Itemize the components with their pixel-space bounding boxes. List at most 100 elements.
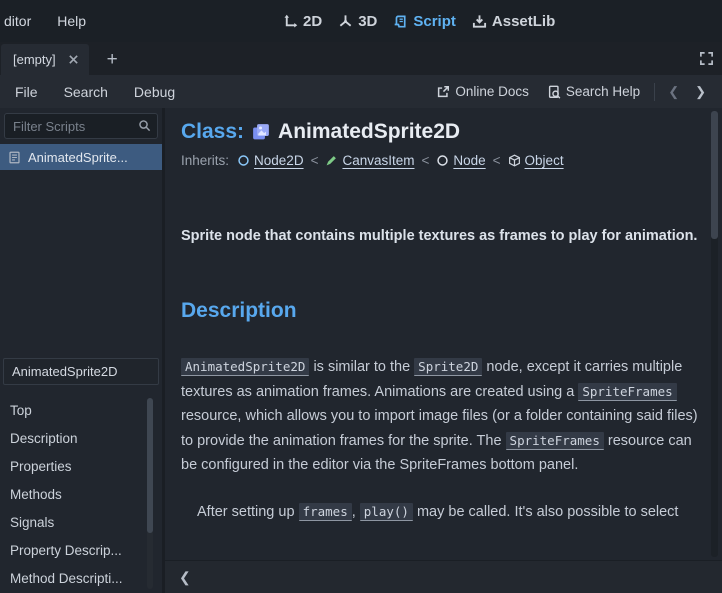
inherits-label: Inherits: (181, 153, 229, 168)
doc-section-top[interactable]: Top (0, 396, 162, 424)
inherits-separator: < (310, 153, 320, 168)
doc-text: , (352, 504, 360, 520)
inherits-separator: < (420, 153, 430, 168)
inherits-chain: Node2D < CanvasItem < Node < Object (237, 153, 564, 168)
scripts-list: AnimatedSprite... (0, 144, 162, 354)
code-link-spriteframes[interactable]: SpriteFrames (506, 432, 604, 450)
object-icon (508, 154, 521, 167)
workspace-label: AssetLib (492, 13, 555, 30)
code-link-animatedsprite2d[interactable]: AnimatedSprite2D (181, 358, 309, 376)
doc-scrollbar[interactable] (711, 111, 718, 557)
script-tabs: [empty] (0, 42, 89, 75)
doc-section-method-descripti[interactable]: Method Descripti... (0, 564, 162, 592)
sections-scrollbar[interactable] (147, 398, 153, 589)
doc-text: may be called. It's also possible to sel… (413, 504, 679, 520)
assetlib-icon (472, 14, 487, 29)
node-icon (436, 154, 449, 167)
inherits-item: Object (508, 153, 564, 168)
node2d-icon (237, 154, 250, 167)
script-item-label: AnimatedSprite... (28, 150, 128, 165)
script-tab-bar: [empty] + (0, 42, 722, 75)
distraction-free-icon[interactable] (699, 51, 714, 66)
search-help-icon (547, 85, 561, 99)
code-link-spriteframes[interactable]: SpriteFrames (578, 383, 676, 401)
doc-section-property-descrip[interactable]: Property Descrip... (0, 536, 162, 564)
workspace-label: Script (413, 13, 456, 30)
description-heading: Description (181, 299, 696, 323)
menubar-actions: Online Docs Search Help (427, 84, 649, 99)
action-label: Search Help (566, 84, 640, 99)
script-menu-bar: FileSearchDebug Online Docs Search Help ❮… (0, 75, 722, 108)
script-list-item[interactable]: AnimatedSprite... (0, 144, 162, 170)
doc-text: After setting up (197, 504, 299, 520)
topbar-menus: ditorHelp (0, 0, 99, 42)
code-link-frames[interactable]: frames (299, 503, 352, 521)
doc-page-icon (8, 151, 21, 164)
inherits-item: Node (436, 153, 485, 168)
doc-section-description[interactable]: Description (0, 424, 162, 452)
godot-editor-window: ditorHelp 2D 3D Script AssetLib [empty] + F… (0, 0, 722, 593)
history-back-button[interactable]: ❮ (660, 84, 687, 100)
class-link-node2d[interactable]: Node2D (254, 153, 304, 168)
menubar-menus: FileSearchDebug (2, 84, 188, 100)
workspace-switcher: 2D 3D Script AssetLib (283, 0, 555, 42)
class-prefix-label: Class: (181, 120, 244, 144)
doc-sections-panel: TopDescriptionPropertiesMethodsSignalsPr… (0, 389, 162, 593)
class-link-canvasitem[interactable]: CanvasItem (342, 153, 414, 168)
inherits-row: Inherits: Node2D < CanvasItem < Node < Object (181, 153, 696, 168)
filter-scripts-input[interactable] (4, 113, 158, 139)
tab-label: [empty] (13, 52, 56, 67)
class-link-object[interactable]: Object (525, 153, 564, 168)
online-docs-icon (436, 85, 450, 99)
class-name: AnimatedSprite2D (278, 120, 460, 144)
doc-section-signals[interactable]: Signals (0, 508, 162, 536)
animated-sprite-2d-icon (252, 123, 270, 141)
script-tab-empty[interactable]: [empty] (1, 44, 89, 75)
canvasitem-icon (325, 154, 338, 167)
search-icon (138, 119, 151, 132)
menu-help[interactable]: Help (44, 0, 99, 42)
menu-search[interactable]: Search (51, 84, 121, 100)
workspace-2d-button[interactable]: 2D (283, 13, 322, 30)
class-doc-viewer: Class: AnimatedSprite2D Inherits: Node2D… (165, 108, 722, 560)
brief-description: Sprite node that contains multiple textu… (181, 224, 701, 249)
workspace-label: 2D (303, 13, 322, 30)
workspace-3d-button[interactable]: 3D (338, 13, 377, 30)
doc-sections-list: TopDescriptionPropertiesMethodsSignalsPr… (0, 396, 162, 592)
doc-paragraph: AnimatedSprite2D is similar to the Sprit… (181, 355, 703, 478)
doc-paragraph: After setting up frames, play() may be c… (181, 500, 703, 525)
description-body: AnimatedSprite2D is similar to the Sprit… (181, 355, 696, 524)
history-forward-button[interactable]: ❯ (687, 84, 714, 100)
doc-section-properties[interactable]: Properties (0, 452, 162, 480)
filter-scripts (4, 113, 158, 139)
inherits-item: Node2D (237, 153, 304, 168)
class-link-node[interactable]: Node (453, 153, 485, 168)
3d-icon (338, 14, 353, 29)
script-icon (393, 14, 408, 29)
scripts-panel: AnimatedSprite... AnimatedSprite2D TopDe… (0, 108, 165, 593)
doc-title: Class: AnimatedSprite2D (181, 118, 696, 146)
menu-debug[interactable]: Debug (121, 84, 188, 100)
editor-top-bar: ditorHelp 2D 3D Script AssetLib (0, 0, 722, 42)
close-icon[interactable] (68, 54, 79, 65)
workspace-script-button[interactable]: Script (393, 13, 456, 30)
new-script-tab-button[interactable]: + (103, 44, 122, 75)
expand-bottom-panel-button[interactable]: ❮ (171, 567, 199, 588)
menu-file[interactable]: File (2, 84, 51, 100)
online-docs-button[interactable]: Online Docs (427, 84, 538, 99)
workspace-label: 3D (358, 13, 377, 30)
doc-section-methods[interactable]: Methods (0, 480, 162, 508)
search-help-button[interactable]: Search Help (538, 84, 649, 99)
2d-icon (283, 14, 298, 29)
sections-scrollbar-thumb[interactable] (147, 398, 153, 533)
menu-ditor[interactable]: ditor (0, 0, 44, 42)
doc-scrollbar-thumb[interactable] (711, 111, 718, 239)
current-class-label: AnimatedSprite2D (3, 358, 159, 385)
inherits-item: CanvasItem (325, 153, 414, 168)
code-link-play[interactable]: play() (360, 503, 413, 521)
code-link-sprite2d[interactable]: Sprite2D (414, 358, 482, 376)
workspace-assetlib-button[interactable]: AssetLib (472, 13, 555, 30)
inherits-separator: < (492, 153, 502, 168)
bottom-panel-bar: ❮ (165, 560, 722, 593)
separator (654, 83, 655, 101)
